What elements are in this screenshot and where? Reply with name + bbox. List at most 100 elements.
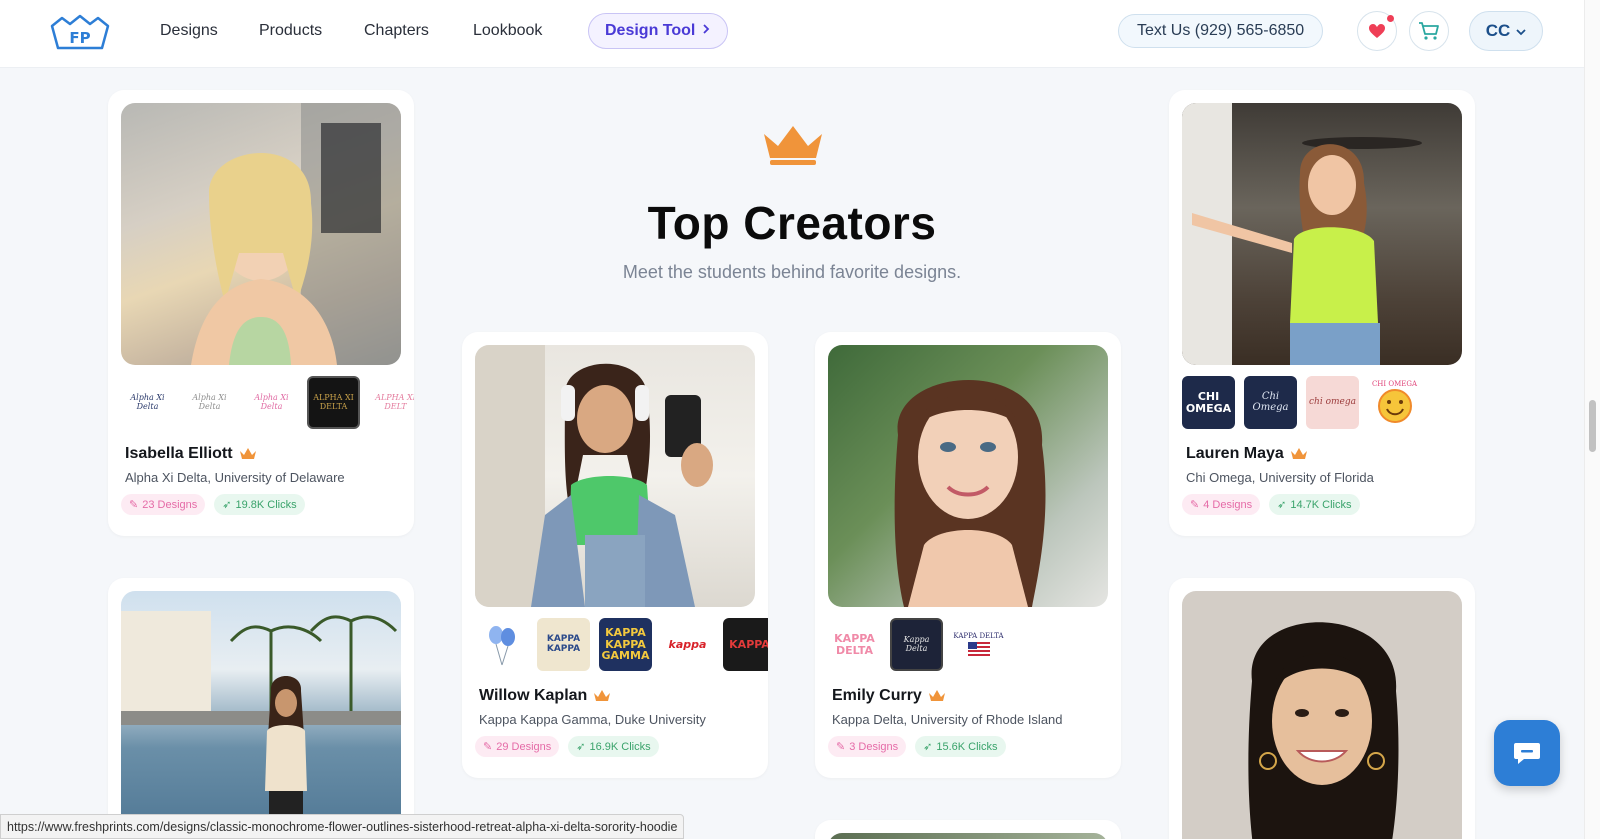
designs-count: 29 Designs xyxy=(496,740,552,753)
design-thumbnail[interactable]: Alpha Xi Delta xyxy=(183,376,236,429)
clicks-count-badge: ➶ 16.9K Clicks xyxy=(568,736,659,757)
designs-count: 4 Designs xyxy=(1203,498,1253,511)
send-icon: ➶ xyxy=(222,499,232,511)
design-thumbnail[interactable]: ALPHA XI DELTA xyxy=(307,376,360,429)
crown-icon xyxy=(928,690,945,701)
nav-chapters-link[interactable]: Chapters xyxy=(364,22,429,40)
clicks-count: 16.9K Clicks xyxy=(589,740,651,753)
us-flag-icon xyxy=(967,642,990,657)
send-icon: ➶ xyxy=(576,741,586,753)
creator-stats: ✎ 3 Designs ➶ 15.6K Clicks xyxy=(828,736,1006,757)
chevron-right-icon xyxy=(701,22,711,40)
account-initials: CC xyxy=(1485,21,1511,40)
creator-name-row: Emily Curry xyxy=(832,687,946,705)
design-thumbnail[interactable]: ALPHA XI DELT xyxy=(369,376,414,429)
thumb-caption: CHI OMEGA xyxy=(1371,379,1418,388)
svg-text:FP: FP xyxy=(69,29,90,47)
creator-stats: ✎ 29 Designs ➶ 16.9K Clicks xyxy=(475,736,659,757)
design-thumbnail[interactable]: KAPPA xyxy=(723,618,768,671)
pencil-icon: ✎ xyxy=(129,499,139,511)
account-menu-button[interactable]: CC xyxy=(1469,11,1543,51)
creator-photo xyxy=(121,103,401,365)
design-tool-button[interactable]: Design Tool xyxy=(588,13,729,49)
top-navbar: FP Designs Products Chapters Lookbook De… xyxy=(0,0,1584,68)
pencil-icon: ✎ xyxy=(1190,499,1200,511)
creator-affiliation: Alpha Xi Delta, University of Delaware xyxy=(125,470,345,485)
design-thumbnail[interactable]: CHI OMEGA xyxy=(1182,376,1235,429)
pencil-icon: ✎ xyxy=(483,741,493,753)
creator-card-partial[interactable] xyxy=(815,820,1121,839)
thumb-caption: KAPPA DELTA xyxy=(953,631,1004,640)
heart-icon xyxy=(1369,24,1385,38)
clicks-count: 15.6K Clicks xyxy=(936,740,998,753)
designs-count-badge: ✎ 29 Designs xyxy=(475,736,560,757)
design-thumbnail[interactable]: KAPPA DELTA xyxy=(952,618,1005,671)
text-us-button[interactable]: Text Us (929) 565-6850 xyxy=(1118,14,1324,48)
clicks-count-badge: ➶ 19.8K Clicks xyxy=(214,494,305,515)
creator-card-emily-curry[interactable]: KAPPA DELTA Kappa Delta KAPPA DELTA Emil… xyxy=(815,332,1121,778)
creator-name: Isabella Elliott xyxy=(125,445,233,462)
design-thumbnail[interactable]: kappa xyxy=(661,618,714,671)
nav-lookbook-link[interactable]: Lookbook xyxy=(473,22,542,40)
chat-widget-button[interactable] xyxy=(1494,720,1560,786)
design-thumbnails: Alpha Xi Delta Alpha Xi Delta Alpha Xi D… xyxy=(121,376,414,432)
creator-photo xyxy=(828,345,1108,607)
design-thumbnail[interactable]: CHI OMEGA xyxy=(1368,376,1421,429)
design-tool-label: Design Tool xyxy=(605,22,696,39)
design-thumbnail[interactable]: KAPPA KAPPA xyxy=(537,618,590,671)
design-thumbnail[interactable]: chi omega xyxy=(1306,376,1359,429)
creator-affiliation: Kappa Kappa Gamma, Duke University xyxy=(479,712,706,727)
balloons-icon xyxy=(488,625,515,665)
cart-icon xyxy=(1419,22,1439,40)
crown-icon xyxy=(764,126,822,165)
creator-stats: ✎ 4 Designs ➶ 14.7K Clicks xyxy=(1182,494,1360,515)
nav-designs-link[interactable]: Designs xyxy=(160,22,218,40)
design-thumbnails: CHI OMEGA Chi Omega chi omega CHI OMEGA xyxy=(1182,376,1475,432)
crown-icon xyxy=(1290,448,1307,459)
pencil-icon: ✎ xyxy=(836,741,846,753)
creator-stats: ✎ 23 Designs ➶ 19.8K Clicks xyxy=(121,494,305,515)
design-thumbnail[interactable]: Kappa Delta xyxy=(890,618,943,671)
creator-name-row: Willow Kaplan xyxy=(479,687,611,705)
design-thumbnail[interactable]: Chi Omega xyxy=(1244,376,1297,429)
favorites-button[interactable] xyxy=(1357,11,1397,51)
design-thumbnail[interactable]: KAPPA KAPPA GAMMA xyxy=(599,618,652,671)
creator-photo xyxy=(828,833,1108,839)
clicks-count-badge: ➶ 14.7K Clicks xyxy=(1269,494,1360,515)
send-icon: ➶ xyxy=(923,741,933,753)
status-bar-url: https://www.freshprints.com/designs/clas… xyxy=(0,814,685,839)
creator-card-partial[interactable] xyxy=(1169,578,1475,839)
cart-button[interactable] xyxy=(1409,11,1449,51)
creator-card-isabella-elliott[interactable]: Alpha Xi Delta Alpha Xi Delta Alpha Xi D… xyxy=(108,90,414,536)
creator-photo xyxy=(1182,103,1462,365)
design-thumbnail[interactable]: Alpha Xi Delta xyxy=(245,376,298,429)
scrollbar-thumb[interactable] xyxy=(1589,400,1596,452)
send-icon: ➶ xyxy=(1277,499,1287,511)
creator-card-willow-kaplan[interactable]: KAPPA KAPPA KAPPA KAPPA GAMMA kappa KAPP… xyxy=(462,332,768,778)
nav-products-link[interactable]: Products xyxy=(259,22,322,40)
designs-count-badge: ✎ 3 Designs xyxy=(828,736,907,757)
smiley-face-icon xyxy=(1377,389,1412,424)
chat-bubble-icon xyxy=(1514,743,1540,764)
creator-affiliation: Kappa Delta, University of Rhode Island xyxy=(832,712,1063,727)
design-thumbnails: KAPPA KAPPA KAPPA KAPPA GAMMA kappa KAPP… xyxy=(475,618,768,674)
design-thumbnail[interactable] xyxy=(475,618,528,671)
designs-count: 3 Designs xyxy=(849,740,899,753)
design-thumbnail[interactable]: KAPPA DELTA xyxy=(828,618,881,671)
creator-photo xyxy=(121,591,401,839)
creator-photo xyxy=(475,345,755,607)
creator-card-lauren-maya[interactable]: CHI OMEGA Chi Omega chi omega CHI OMEGA … xyxy=(1169,90,1475,536)
creator-name: Lauren Maya xyxy=(1186,445,1284,462)
designs-count: 23 Designs xyxy=(142,498,198,511)
clicks-count-badge: ➶ 15.6K Clicks xyxy=(915,736,1006,757)
fresh-prints-logo-icon[interactable]: FP xyxy=(48,14,112,50)
design-thumbnail[interactable]: Alpha Xi Delta xyxy=(121,376,174,429)
designs-count-badge: ✎ 4 Designs xyxy=(1182,494,1261,515)
creator-card-partial[interactable] xyxy=(108,578,414,839)
page-scrollbar[interactable] xyxy=(1584,0,1600,839)
clicks-count: 19.8K Clicks xyxy=(235,498,297,511)
crown-icon xyxy=(239,448,256,459)
designs-count-badge: ✎ 23 Designs xyxy=(121,494,206,515)
creator-affiliation: Chi Omega, University of Florida xyxy=(1186,470,1374,485)
creator-name: Willow Kaplan xyxy=(479,687,588,704)
